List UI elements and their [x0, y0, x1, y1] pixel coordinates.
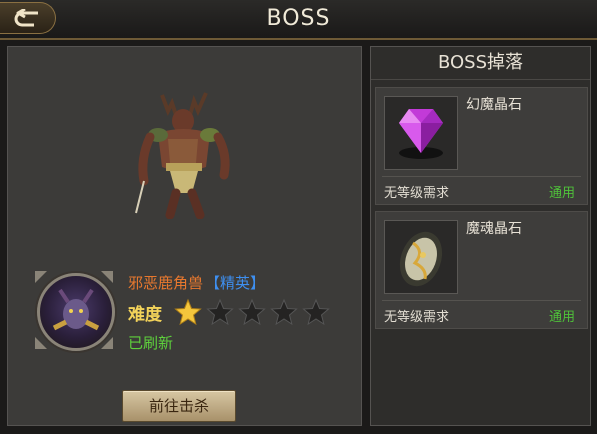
item-icon-frame [384, 220, 458, 294]
refresh-status: 已刷新 [128, 334, 174, 352]
item-divider [382, 176, 581, 177]
item-name: 幻魔晶石 [466, 97, 522, 113]
soul-crystal-icon [399, 231, 443, 287]
boss-info-panel: 邪恶鹿角兽 【精英】 难度 已刷新 前往击杀 [7, 46, 362, 426]
top-bar: BOSS [0, 0, 597, 40]
go-kill-button[interactable]: 前往击杀 [122, 390, 236, 422]
item-requirement: 无等级需求 [384, 186, 450, 201]
item-usage: 通用 [548, 186, 575, 201]
page-title: BOSS [266, 6, 331, 31]
boss-drops-panel: BOSS掉落 幻魔晶石 无等级需求 通用 魔魂晶石 无等级需求 通用 [370, 46, 591, 426]
boss-model-image [135, 92, 230, 219]
drop-item[interactable]: 幻魔晶石 无等级需求 通用 [375, 87, 588, 205]
portrait-ring [37, 273, 115, 351]
difficulty-stars [174, 298, 330, 326]
star-empty-icon [238, 298, 266, 326]
boss-name: 邪恶鹿角兽 【精英】 [128, 272, 265, 293]
star-empty-icon [270, 298, 298, 326]
item-divider [382, 300, 581, 301]
item-name: 魔魂晶石 [466, 221, 522, 237]
boss-face-icon [52, 288, 100, 331]
purple-gem-icon [399, 109, 443, 159]
star-empty-icon [206, 298, 234, 326]
boss-portrait [33, 269, 115, 351]
difficulty-label: 难度 [128, 305, 162, 325]
star-empty-icon [302, 298, 330, 326]
boss-name-text: 邪恶鹿角兽 [128, 274, 204, 292]
drop-item[interactable]: 魔魂晶石 无等级需求 通用 [375, 211, 588, 329]
item-usage: 通用 [548, 310, 575, 325]
star-filled-icon [174, 298, 202, 326]
boss-rank-badge: 【精英】 [205, 274, 266, 292]
item-requirement: 无等级需求 [384, 310, 450, 325]
item-icon-frame [384, 96, 458, 170]
drops-title: BOSS掉落 [371, 47, 590, 80]
